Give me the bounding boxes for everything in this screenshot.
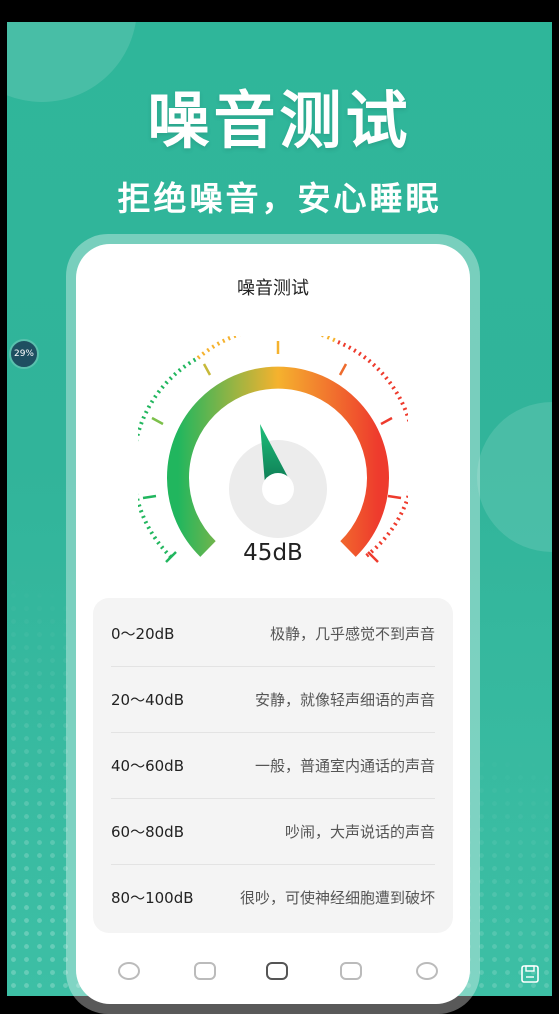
level-desc: 一般，普通室内通话的声音 xyxy=(254,756,435,775)
nav-bag-icon[interactable] xyxy=(340,962,362,980)
hero-subtitle: 拒绝噪音，安心睡眠 xyxy=(117,179,442,218)
hero-title: 噪音测试 xyxy=(147,84,412,157)
nav-image-icon[interactable] xyxy=(194,962,216,980)
level-range: 40～60dB xyxy=(111,756,184,775)
gauge-scale-yellow xyxy=(196,336,339,360)
level-desc: 很吵，可使神经细胞遭到破坏 xyxy=(239,888,435,907)
level-desc: 吵闹，大声说话的声音 xyxy=(284,822,435,841)
level-row: 60～80dB 吵闹，大声说话的声音 xyxy=(111,798,435,864)
card-title: 噪音测试 xyxy=(237,278,309,299)
level-row: 80～100dB 很吵，可使神经细胞遭到破坏 xyxy=(111,864,435,930)
level-range: 60～80dB xyxy=(111,822,184,841)
nav-profile-icon[interactable] xyxy=(416,962,438,980)
level-row: 40～60dB 一般，普通室内通话的声音 xyxy=(111,732,435,798)
level-range: 20～40dB xyxy=(111,690,184,709)
gauge-hub xyxy=(262,473,294,505)
level-desc: 极静，几乎感觉不到声音 xyxy=(269,624,435,643)
noise-level-table: 0～20dB 极静，几乎感觉不到声音 20～40dB 安静，就像轻声细语的声音 … xyxy=(93,598,453,933)
level-range: 0～20dB xyxy=(111,624,175,643)
level-desc: 安静，就像轻声细语的声音 xyxy=(254,690,435,709)
level-range: 80～100dB xyxy=(111,888,194,907)
save-icon[interactable] xyxy=(519,963,541,985)
nav-home-icon[interactable] xyxy=(118,962,140,980)
status-bar xyxy=(0,0,559,22)
noise-card: 噪音测试 45dB 0～20dB 极静，几乎感觉不到声音 20～40dB 安静，… xyxy=(76,244,470,1004)
bottom-nav-peek xyxy=(76,958,470,980)
level-row: 20～40dB 安静，就像轻声细语的声音 xyxy=(111,666,435,732)
nav-device-icon[interactable] xyxy=(266,962,288,980)
level-row: 0～20dB 极静，几乎感觉不到声音 xyxy=(111,600,435,666)
floating-progress-badge[interactable]: 29% xyxy=(9,339,39,369)
db-reading: 45dB xyxy=(243,540,303,566)
decor-circle-right xyxy=(477,402,552,552)
